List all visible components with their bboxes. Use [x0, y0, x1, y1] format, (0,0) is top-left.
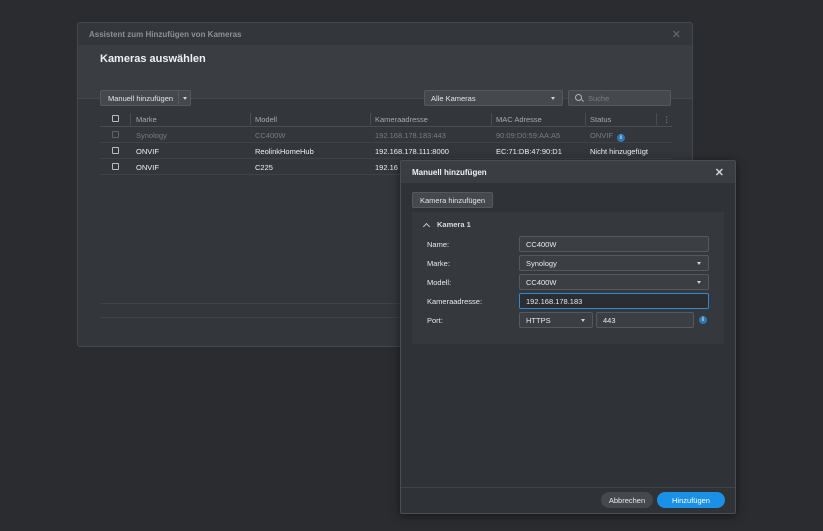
search-input[interactable]: Suche: [568, 90, 671, 106]
table-row[interactable]: ONVIF ReolinkHomeHub 192.168.178.111:800…: [100, 143, 672, 159]
cancel-button[interactable]: Abbrechen: [601, 492, 653, 508]
row-brand: Synology: [136, 131, 167, 140]
caret-down-icon: [551, 97, 555, 100]
wizard-title: Assistent zum Hinzufügen von Kameras: [89, 29, 242, 39]
wizard-close-icon[interactable]: ✕: [672, 28, 681, 41]
column-header-brand[interactable]: Marke: [136, 115, 157, 124]
name-value: CC400W: [526, 239, 557, 249]
column-header-mac[interactable]: MAC Adresse: [496, 115, 542, 124]
row-model: CC400W: [255, 131, 286, 140]
footer-divider: [401, 487, 735, 488]
column-options-icon[interactable]: ⋮: [663, 115, 671, 124]
name-field[interactable]: CC400W: [519, 236, 709, 252]
row-status: ONVIF i: [590, 131, 625, 142]
add-manual-label: Manuell hinzufügen: [108, 93, 174, 103]
manual-add-dialog: Manuell hinzufügen ✕ Kamera hinzufügen K…: [400, 160, 736, 514]
row-brand: ONVIF: [136, 163, 159, 172]
caret-down-icon: [697, 281, 701, 284]
column-header-address[interactable]: Kameraadresse: [375, 115, 428, 124]
row-model: C225: [255, 163, 273, 172]
row-mac: EC:71:DB:47:90:D1: [496, 147, 562, 156]
table-header-row: Marke Modell Kameraadresse MAC Adresse S…: [100, 111, 672, 127]
add-button[interactable]: Hinzufügen: [657, 492, 725, 508]
row-model: ReolinkHomeHub: [255, 147, 314, 156]
row-mac: 90:09:D0:59:AA:A5: [496, 131, 561, 140]
protocol-value: HTTPS: [526, 315, 551, 325]
protocol-select[interactable]: HTTPS: [519, 312, 593, 328]
caret-down-icon: [581, 319, 585, 322]
model-value: CC400W: [526, 277, 557, 287]
port-label: Port:: [427, 316, 443, 325]
camera-section-title: Kamera 1: [437, 220, 471, 229]
brand-value: Synology: [526, 258, 557, 268]
table-row[interactable]: Synology CC400W 192.168.178.183:443 90:0…: [100, 127, 672, 143]
info-icon[interactable]: i: [699, 316, 707, 324]
port-field[interactable]: 443: [596, 312, 694, 328]
dialog-title: Manuell hinzufügen: [412, 167, 487, 177]
address-value: 192.168.178.183: [526, 296, 583, 306]
camera-panel: Kamera 1 Name: CC400W Marke: Synology Mo…: [412, 212, 724, 344]
caret-down-icon: [697, 262, 701, 265]
camera-filter-value: Alle Kameras: [431, 93, 476, 103]
row-brand: ONVIF: [136, 147, 159, 156]
row-checkbox[interactable]: [112, 147, 119, 154]
row-address: 192.16: [375, 163, 398, 172]
close-icon[interactable]: ✕: [715, 166, 724, 179]
search-placeholder: Suche: [588, 93, 610, 103]
model-label: Modell:: [427, 278, 452, 287]
wizard-heading: Kameras auswählen: [100, 53, 206, 65]
row-status: Nicht hinzugefügt: [590, 147, 648, 156]
row-checkbox[interactable]: [112, 163, 119, 170]
caret-down-icon: [182, 96, 187, 100]
chevron-up-icon: [422, 222, 431, 230]
add-camera-label: Kamera hinzufügen: [420, 195, 486, 205]
port-value: 443: [603, 315, 616, 325]
camera-section-header[interactable]: Kamera 1: [422, 220, 471, 230]
name-label: Name:: [427, 240, 450, 249]
address-label: Kameraadresse:: [427, 297, 483, 306]
row-address: 192.168.178.183:443: [375, 131, 446, 140]
model-select[interactable]: CC400W: [519, 274, 709, 290]
row-address: 192.168.178.111:8000: [375, 147, 449, 156]
add-manual-dropdown-toggle[interactable]: [178, 91, 190, 105]
add-manual-button[interactable]: Manuell hinzufügen: [100, 90, 191, 106]
camera-filter-select[interactable]: Alle Kameras: [424, 90, 563, 106]
wizard-titlebar: Assistent zum Hinzufügen von Kameras ✕: [78, 23, 692, 45]
brand-label: Marke:: [427, 259, 450, 268]
info-icon[interactable]: i: [616, 134, 625, 142]
column-header-status[interactable]: Status: [590, 115, 611, 124]
select-all-checkbox[interactable]: [112, 115, 119, 122]
add-camera-button[interactable]: Kamera hinzufügen: [412, 192, 493, 208]
column-header-model[interactable]: Modell: [255, 115, 277, 124]
row-checkbox[interactable]: [112, 131, 119, 138]
brand-select[interactable]: Synology: [519, 255, 709, 271]
dialog-titlebar: Manuell hinzufügen ✕: [401, 161, 735, 183]
search-icon: [575, 94, 582, 101]
camera-address-field[interactable]: 192.168.178.183: [519, 293, 709, 309]
row-status-text: ONVIF: [590, 131, 613, 140]
